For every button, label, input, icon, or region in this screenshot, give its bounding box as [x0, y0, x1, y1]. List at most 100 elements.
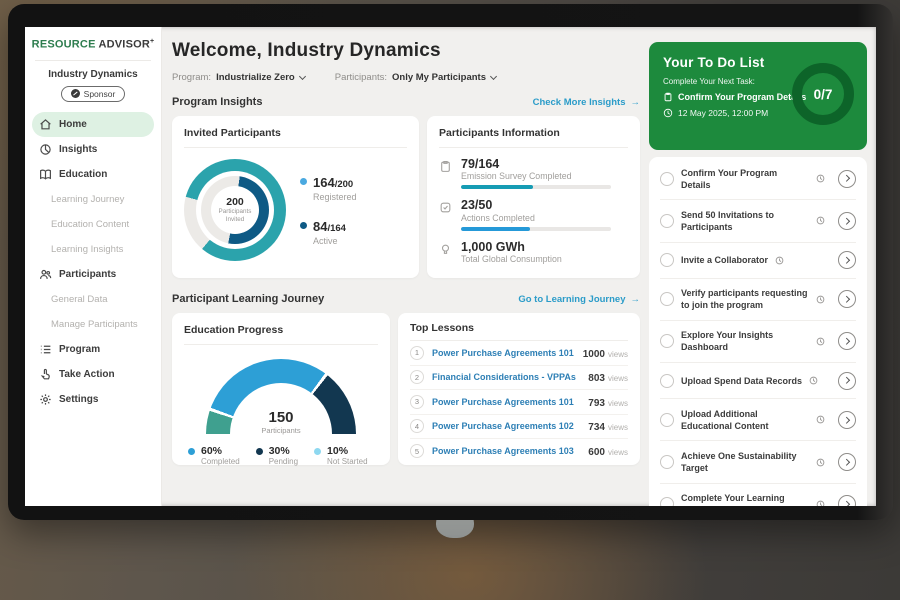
- sidebar-item-home[interactable]: Home: [32, 112, 154, 137]
- task-go-button[interactable]: [838, 251, 856, 269]
- task-checkbox[interactable]: [660, 172, 674, 186]
- sidebar-item-participants[interactable]: Participants: [32, 262, 154, 287]
- logo-advisor: ADVISOR: [98, 39, 150, 51]
- legend-active: 84/164 Active: [300, 218, 357, 246]
- sidebar-item-label: Education: [59, 169, 107, 180]
- sidebar-item-learning-insights[interactable]: Learning Insights: [32, 237, 154, 262]
- chevron-right-icon: [843, 175, 849, 181]
- clipboard-icon: [663, 92, 673, 102]
- task-go-button[interactable]: [838, 495, 856, 506]
- section-title: Program Insights: [172, 96, 262, 108]
- task-checkbox[interactable]: [660, 334, 674, 348]
- task-label: Upload Spend Data Records: [681, 375, 802, 387]
- sidebar-item-label: Insights: [59, 144, 97, 155]
- chevron-right-icon: [843, 257, 849, 263]
- sidebar-item-education[interactable]: Education: [32, 162, 154, 187]
- sidebar-item-label: General Data: [51, 294, 108, 305]
- views-suffix: views: [608, 350, 628, 359]
- sidebar-item-education-content[interactable]: Education Content: [32, 212, 154, 237]
- task-go-button[interactable]: [838, 290, 856, 308]
- education-legend: 60% Completed 30% Pending: [184, 445, 378, 466]
- task-label: Achieve One Sustainability Target: [681, 450, 809, 474]
- task-go-button[interactable]: [838, 372, 856, 390]
- sidebar-item-label: Home: [59, 119, 87, 130]
- sidebar-item-program[interactable]: Program: [32, 337, 154, 362]
- participants-label: Participants:: [335, 72, 387, 83]
- info-value: 1,000 GWh: [461, 240, 562, 254]
- task-row: Upload Spend Data Records: [660, 363, 856, 399]
- participants-value: Only My Participants: [392, 72, 486, 83]
- participants-dropdown[interactable]: Participants: Only My Participants: [335, 72, 496, 83]
- info-label: Actions Completed: [461, 213, 611, 223]
- lesson-link[interactable]: Power Purchase Agreements 101: [432, 348, 575, 358]
- task-go-button[interactable]: [838, 212, 856, 230]
- lesson-link[interactable]: Power Purchase Agreements 102: [432, 421, 580, 431]
- sidebar-item-settings[interactable]: Settings: [32, 387, 154, 412]
- program-dropdown[interactable]: Program: Industrialize Zero: [172, 72, 305, 83]
- task-checkbox[interactable]: [660, 214, 674, 228]
- views-suffix: views: [608, 448, 628, 457]
- lesson-row: 3 Power Purchase Agreements 101 793views: [410, 390, 628, 415]
- legend-dot: [314, 448, 321, 455]
- sidebar-item-insights[interactable]: Insights: [32, 137, 154, 162]
- sidebar-item-label: Learning Insights: [51, 244, 123, 255]
- task-label: Invite a Collaborator: [681, 254, 768, 266]
- legend-dot: [300, 222, 307, 229]
- legend-value-sub: /200: [335, 179, 354, 190]
- clock-icon: [816, 174, 825, 183]
- gauge-center-number: 150: [206, 409, 356, 426]
- task-go-button[interactable]: [838, 411, 856, 429]
- invited-legend: 164/200 Registered 84/164 Active: [300, 174, 357, 246]
- views-count: 1000: [583, 349, 605, 360]
- sidebar-item-manage-participants[interactable]: Manage Participants: [32, 312, 154, 337]
- sidebar-item-learning-journey[interactable]: Learning Journey: [32, 187, 154, 212]
- task-go-button[interactable]: [838, 170, 856, 188]
- sidebar-item-general-data[interactable]: General Data: [32, 287, 154, 312]
- top-lessons-card: Top Lessons 1 Power Purchase Agreements …: [398, 313, 640, 465]
- sidebar-item-label: Take Action: [59, 369, 115, 380]
- task-go-button[interactable]: [838, 453, 856, 471]
- section-title: Participant Learning Journey: [172, 293, 324, 305]
- task-checkbox[interactable]: [660, 497, 674, 506]
- progress-fill: [461, 227, 530, 231]
- task-checkbox[interactable]: [660, 292, 674, 306]
- legend-value: 10%: [327, 445, 367, 457]
- legend-dot: [300, 178, 307, 185]
- task-checkbox[interactable]: [660, 374, 674, 388]
- task-checkbox[interactable]: [660, 455, 674, 469]
- task-row: Achieve One Sustainability Target: [660, 441, 856, 483]
- rank-badge: 3: [410, 395, 424, 409]
- lesson-link[interactable]: Financial Considerations - VPPAs: [432, 372, 580, 382]
- check-more-insights-link[interactable]: Check More Insights →: [533, 97, 640, 108]
- clock-icon: [809, 376, 818, 385]
- legend-label: Active: [313, 236, 346, 246]
- dashboard-screen: RESOURCE ADVISOR+ Industry Dynamics Spon…: [25, 27, 876, 506]
- task-label: Confirm Your Program Details: [681, 167, 809, 191]
- task-label: Explore Your Insights Dashboard: [681, 329, 809, 353]
- chevron-right-icon: [843, 338, 849, 344]
- clock-icon: [816, 295, 825, 304]
- lesson-row: 1 Power Purchase Agreements 101 1000view…: [410, 341, 628, 366]
- arrow-right-icon: →: [631, 97, 641, 108]
- donut-center-label: Participants Invited: [213, 208, 257, 224]
- legend-value-sub: /164: [327, 223, 346, 234]
- task-go-button[interactable]: [838, 332, 856, 350]
- info-row-consumption: 1,000 GWh Total Global Consumption: [439, 240, 628, 268]
- chevron-down-icon: [490, 72, 497, 79]
- task-row: Invite a Collaborator: [660, 243, 856, 279]
- arrow-right-icon: →: [631, 294, 641, 305]
- education-progress-card: Education Progress 150 Participants 60%: [172, 313, 390, 465]
- survey-icon: [439, 160, 452, 173]
- sponsor-badge[interactable]: Sponsor: [61, 86, 125, 102]
- sidebar-item-take-action[interactable]: Take Action: [32, 362, 154, 387]
- info-row-survey: 79/164 Emission Survey Completed: [439, 157, 628, 189]
- sponsor-label: Sponsor: [84, 89, 116, 99]
- lesson-link[interactable]: Power Purchase Agreements 101: [432, 397, 580, 407]
- task-checkbox[interactable]: [660, 253, 674, 267]
- task-checkbox[interactable]: [660, 413, 674, 427]
- lesson-row: 2 Financial Considerations - VPPAs 803vi…: [410, 366, 628, 391]
- lesson-link[interactable]: Power Purchase Agreements 103: [432, 446, 580, 456]
- book-icon: [39, 168, 52, 181]
- program-label: Program:: [172, 72, 211, 83]
- go-to-learning-journey-link[interactable]: Go to Learning Journey →: [518, 294, 640, 305]
